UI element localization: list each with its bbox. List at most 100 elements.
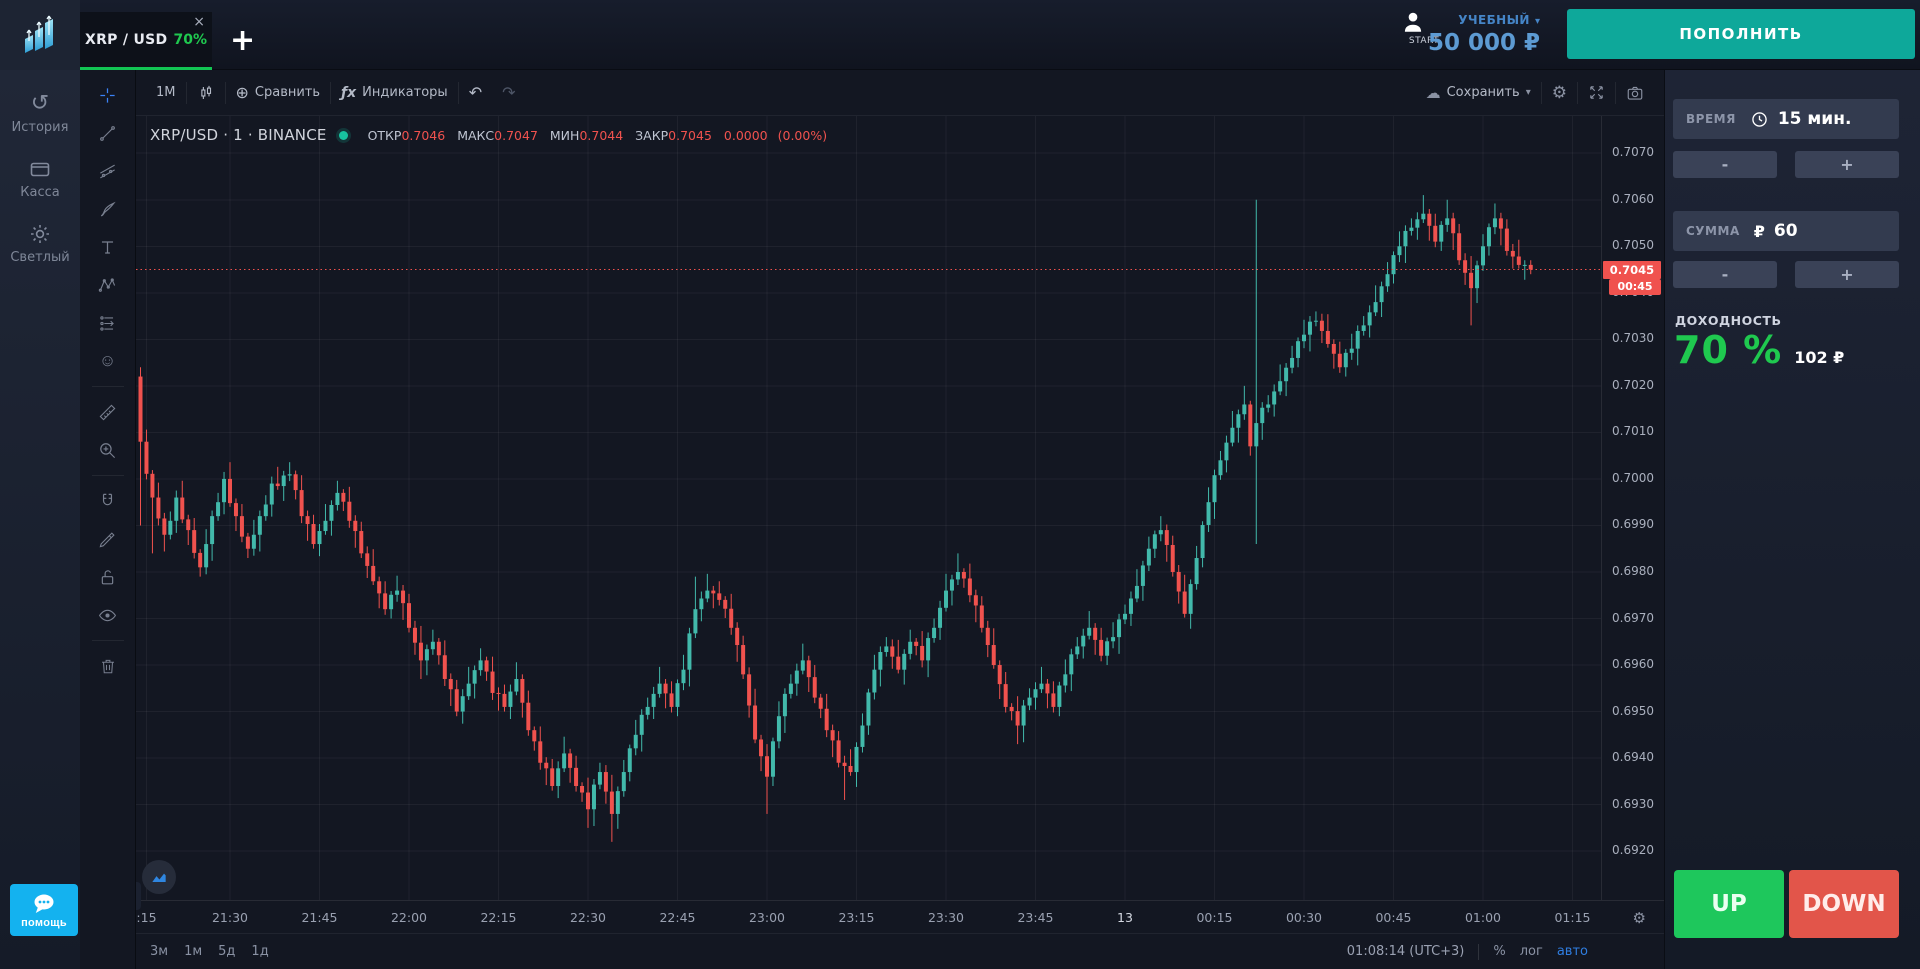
chevron-down-icon: ▾ [1535,16,1540,27]
range-1d-button[interactable]: 1д [251,944,268,959]
help-button[interactable]: помощь [10,884,78,936]
clock-utc[interactable]: 01:08:14 (UTC+3) [1347,944,1465,959]
price-axis[interactable]: 0.7045 00:45 0.70700.70600.70500.70400.7… [1601,116,1664,900]
eye-icon [98,606,117,625]
screenshot-button[interactable] [1616,78,1654,108]
indicators-label: Индикаторы [362,85,448,100]
trade-buttons: UP DOWN [1674,870,1899,938]
payout-percent: 70 % [1674,328,1782,372]
sun-icon [28,222,52,246]
magnet-icon [98,492,117,511]
trend-line-tool-button[interactable] [80,114,136,152]
sidebar-item-history[interactable]: ↺ История [0,92,80,135]
tab-close-icon[interactable]: × [193,15,205,29]
legend-symbol[interactable]: XRP/USD · 1 · BINANCE [150,126,327,144]
legend-ohlc: ОТКР0.7046 МАКС0.7047 МИН0.7044 ЗАКР0.70… [360,128,828,143]
compare-plus-icon: ⊕ [236,83,249,102]
time-axis[interactable]: ⚙ :1521:3021:4522:0022:1522:3022:4523:00… [136,900,1664,933]
toolbar-divider [92,386,124,387]
draw-mode-button[interactable] [80,520,136,558]
price-tick: 0.6930 [1612,797,1654,811]
amount-input[interactable]: СУММА ₽ 60 [1673,211,1899,251]
time-tick: 22:30 [553,910,623,925]
low-value: 0.7044 [579,128,623,143]
time-input[interactable]: ВРЕМЯ 15 мин. [1673,99,1899,139]
asset-tab-payout: 70% [173,32,207,48]
chart-style-button[interactable] [187,78,225,108]
price-tick: 0.7050 [1612,238,1654,252]
time-plus-button[interactable]: + [1795,151,1899,178]
time-steppers: - + [1673,151,1899,178]
text-tool-button[interactable] [80,228,136,266]
interval-button[interactable]: 1M [146,78,186,108]
chart-settings-button[interactable]: ⚙ [1542,78,1577,108]
hide-drawings-button[interactable] [80,596,136,634]
auto-scale-button[interactable]: авто [1557,944,1588,959]
camera-icon [1626,84,1644,102]
gear-icon: ⚙ [1552,83,1567,103]
range-3m-button[interactable]: 3м [150,944,168,959]
save-layout-button[interactable]: ☁ Сохранить ▾ [1416,78,1541,108]
account-selector[interactable]: УЧЕБНЫЙ ▾ 50 000 ₽ [1408,9,1540,56]
emoji-tool-button[interactable]: ☺ [80,342,136,380]
fib-channel-icon [98,162,117,181]
price-tick: 0.6950 [1612,704,1654,718]
amount-plus-button[interactable]: + [1795,261,1899,288]
pattern-tool-button[interactable] [80,266,136,304]
down-button[interactable]: DOWN [1789,870,1899,938]
chat-bubble-icon [31,892,57,916]
fib-tool-button[interactable] [80,152,136,190]
time-tick: 23:45 [1001,910,1071,925]
fullscreen-button[interactable] [1578,78,1615,108]
app-logo[interactable] [0,0,80,70]
range-1m-button[interactable]: 1м [184,944,202,959]
magnifier-plus-icon [98,441,117,460]
ruler-icon [98,403,117,422]
crosshair-tool-button[interactable] [80,76,136,114]
price-tick: 0.7030 [1612,331,1654,345]
zoom-in-tool-button[interactable] [80,431,136,469]
asset-tab[interactable]: XRP / USD 70% × [80,12,212,70]
compare-button[interactable]: ⊕ Сравнить [226,78,331,108]
up-button[interactable]: UP [1674,870,1784,938]
logo-bars-icon [16,11,64,59]
lock-drawings-button[interactable] [80,558,136,596]
add-tab-button[interactable]: + [230,26,255,56]
account-balance: 50 000 ₽ [1408,30,1540,56]
brush-tool-button[interactable] [80,190,136,228]
sidebar-item-cashier[interactable]: Касса [0,157,80,200]
redo-button[interactable]: ↷ [492,78,525,108]
deposit-button[interactable]: ПОПОЛНИТЬ [1567,9,1915,59]
sidebar-item-theme-light[interactable]: Светлый [0,222,80,265]
amount-minus-button[interactable]: - [1673,261,1777,288]
brush-icon [98,200,117,219]
trend-line-icon [98,124,117,143]
forecast-tool-button[interactable] [80,304,136,342]
percent-scale-button[interactable]: % [1493,944,1505,959]
chart-region: 1M ⊕ Сравнить ƒx Индикаторы ↶ ↷ ☁ С [136,70,1664,969]
range-5d-button[interactable]: 5д [218,944,235,959]
time-tick: 23:00 [732,910,802,925]
indicators-button[interactable]: ƒx Индикаторы [331,78,458,108]
magnet-tool-button[interactable] [80,482,136,520]
chart-bottom-bar: 3м 1м 5д 1д 01:08:14 (UTC+3) % лог авто [136,933,1664,969]
candlestick-plot[interactable] [136,116,1601,900]
trade-panel: ВРЕМЯ 15 мин. - + СУММА ₽ 60 - + ДОХОДНО… [1664,70,1920,969]
undo-button[interactable]: ↶ [459,78,492,108]
time-tick: 21:45 [285,910,355,925]
remove-drawings-button[interactable] [80,647,136,685]
chart-watermark-logo[interactable] [142,860,176,894]
close-label: ЗАКР [635,128,668,143]
time-minus-button[interactable]: - [1673,151,1777,178]
price-tick: 0.6990 [1612,517,1654,531]
chart-plot-area[interactable]: XRP/USD · 1 · BINANCE ОТКР0.7046 МАКС0.7… [136,116,1664,969]
chart-legend: XRP/USD · 1 · BINANCE ОТКР0.7046 МАКС0.7… [150,126,827,144]
measure-tool-button[interactable] [80,393,136,431]
time-tick: 00:15 [1180,910,1250,925]
axis-settings-gear-icon[interactable]: ⚙ [1633,909,1646,927]
redo-icon: ↷ [502,83,515,102]
clock-icon [1750,110,1769,129]
log-scale-button[interactable]: лог [1520,944,1543,959]
payout-row: 70 % 102 ₽ [1674,328,1844,372]
divider [1478,944,1479,960]
